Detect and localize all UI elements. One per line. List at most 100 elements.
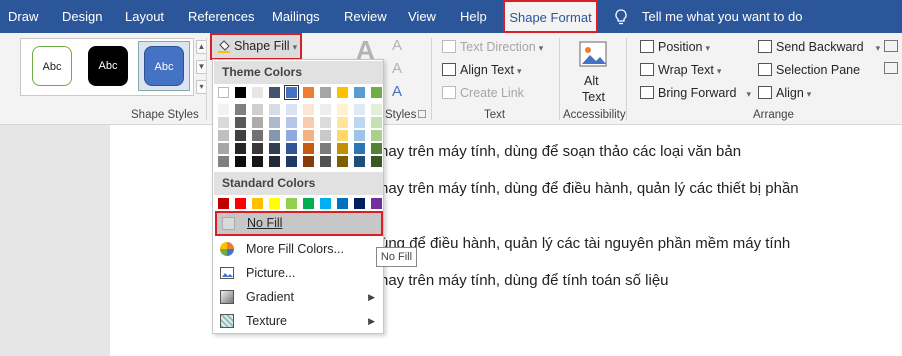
theme-color-swatch[interactable] (354, 87, 365, 98)
alt-text-label-line1[interactable]: Alt (584, 74, 599, 88)
tab-mailings[interactable]: Mailings (272, 0, 320, 33)
theme-shade-swatch[interactable] (371, 130, 382, 141)
theme-color-swatch[interactable] (303, 87, 314, 98)
standard-color-swatch[interactable] (371, 198, 382, 209)
theme-shade-swatch[interactable] (354, 156, 365, 167)
standard-color-swatch[interactable] (252, 198, 263, 209)
theme-shade-swatch[interactable] (286, 117, 297, 128)
standard-color-swatch[interactable] (286, 198, 297, 209)
theme-shade-swatch[interactable] (320, 104, 331, 115)
position-button[interactable]: Position ▾ (640, 40, 710, 54)
theme-shade-swatch[interactable] (320, 117, 331, 128)
texture-fill-item[interactable]: Texture ▶ (214, 309, 383, 333)
shape-fill-button[interactable]: Shape Fill ▾ (210, 33, 302, 60)
theme-shade-swatch[interactable] (252, 104, 263, 115)
tell-me-search[interactable]: Tell me what you want to do (642, 0, 802, 33)
shape-style-blue[interactable]: Abc (144, 46, 184, 86)
theme-shade-swatch[interactable] (354, 104, 365, 115)
theme-color-swatch[interactable] (371, 87, 382, 98)
theme-shade-swatch[interactable] (371, 117, 382, 128)
theme-shade-swatch[interactable] (218, 143, 229, 154)
theme-color-swatch[interactable] (320, 87, 331, 98)
tab-help[interactable]: Help (460, 0, 487, 33)
theme-shade-swatch[interactable] (371, 156, 382, 167)
tab-draw[interactable]: Draw (8, 0, 38, 33)
picture-fill-item[interactable]: Picture... (214, 261, 383, 285)
theme-color-swatch[interactable] (218, 87, 229, 98)
more-fill-colors-item[interactable]: More Fill Colors... (214, 237, 383, 261)
theme-shade-swatch[interactable] (235, 117, 246, 128)
text-direction-button[interactable]: Text Direction ▾ (442, 40, 543, 54)
theme-shade-swatch[interactable] (303, 104, 314, 115)
theme-shade-swatch[interactable] (218, 104, 229, 115)
theme-color-swatch[interactable] (284, 85, 299, 100)
theme-shade-swatch[interactable] (269, 130, 280, 141)
theme-color-swatch[interactable] (269, 87, 280, 98)
standard-color-swatch[interactable] (218, 198, 229, 209)
tab-shape-format[interactable]: Shape Format (503, 0, 598, 33)
theme-shade-swatch[interactable] (218, 117, 229, 128)
theme-color-swatch[interactable] (252, 87, 263, 98)
theme-shade-swatch[interactable] (269, 117, 280, 128)
group-objects-icon[interactable] (884, 40, 898, 52)
theme-shade-swatch[interactable] (252, 130, 263, 141)
theme-shade-swatch[interactable] (320, 156, 331, 167)
theme-shade-swatch[interactable] (337, 143, 348, 154)
theme-color-swatch[interactable] (337, 87, 348, 98)
theme-shade-swatch[interactable] (269, 156, 280, 167)
standard-color-swatch[interactable] (337, 198, 348, 209)
shape-style-black[interactable]: Abc (88, 46, 128, 86)
tab-view[interactable]: View (408, 0, 436, 33)
theme-shade-swatch[interactable] (303, 143, 314, 154)
theme-shade-swatch[interactable] (337, 117, 348, 128)
theme-shade-swatch[interactable] (235, 104, 246, 115)
theme-shade-swatch[interactable] (235, 130, 246, 141)
bring-forward-button[interactable]: Bring Forward ▾ (640, 86, 751, 100)
theme-shade-swatch[interactable] (371, 143, 382, 154)
theme-shade-swatch[interactable] (354, 130, 365, 141)
theme-color-swatch[interactable] (235, 87, 246, 98)
theme-shade-swatch[interactable] (320, 130, 331, 141)
theme-shade-swatch[interactable] (286, 130, 297, 141)
tab-layout[interactable]: Layout (125, 0, 164, 33)
theme-shade-swatch[interactable] (235, 156, 246, 167)
theme-shade-swatch[interactable] (269, 104, 280, 115)
selection-pane-button[interactable]: Selection Pane (758, 63, 860, 77)
theme-shade-swatch[interactable] (286, 104, 297, 115)
standard-color-swatch[interactable] (303, 198, 314, 209)
theme-shade-swatch[interactable] (286, 156, 297, 167)
theme-shade-swatch[interactable] (354, 117, 365, 128)
text-outline-button[interactable]: A (392, 60, 402, 77)
no-fill-item[interactable]: No Fill (215, 211, 383, 236)
theme-shade-swatch[interactable] (252, 156, 263, 167)
shape-style-outline[interactable]: Abc (32, 46, 72, 86)
align-button[interactable]: Align ▾ (758, 86, 811, 100)
rotate-icon[interactable] (884, 62, 898, 74)
standard-color-swatch[interactable] (354, 198, 365, 209)
theme-shade-swatch[interactable] (218, 130, 229, 141)
theme-shade-swatch[interactable] (252, 143, 263, 154)
theme-shade-swatch[interactable] (337, 130, 348, 141)
standard-color-swatch[interactable] (269, 198, 280, 209)
theme-shade-swatch[interactable] (303, 130, 314, 141)
theme-shade-swatch[interactable] (354, 143, 365, 154)
tab-design[interactable]: Design (62, 0, 102, 33)
wrap-text-button[interactable]: Wrap Text ▾ (640, 63, 721, 77)
theme-shade-swatch[interactable] (320, 143, 331, 154)
tab-references[interactable]: References (188, 0, 254, 33)
theme-shade-swatch[interactable] (235, 143, 246, 154)
gradient-fill-item[interactable]: Gradient ▶ (214, 285, 383, 309)
alt-text-label-line2[interactable]: Text (582, 90, 605, 104)
wordart-dialog-launcher[interactable] (418, 110, 426, 118)
theme-shade-swatch[interactable] (218, 156, 229, 167)
tab-review[interactable]: Review (344, 0, 387, 33)
create-link-button[interactable]: Create Link (442, 86, 524, 100)
theme-shade-swatch[interactable] (337, 104, 348, 115)
theme-shade-swatch[interactable] (371, 104, 382, 115)
theme-shade-swatch[interactable] (269, 143, 280, 154)
text-effects-button[interactable]: A (392, 83, 402, 100)
theme-shade-swatch[interactable] (303, 156, 314, 167)
theme-shade-swatch[interactable] (286, 143, 297, 154)
theme-shade-swatch[interactable] (303, 117, 314, 128)
align-text-button[interactable]: Align Text ▾ (442, 63, 522, 77)
